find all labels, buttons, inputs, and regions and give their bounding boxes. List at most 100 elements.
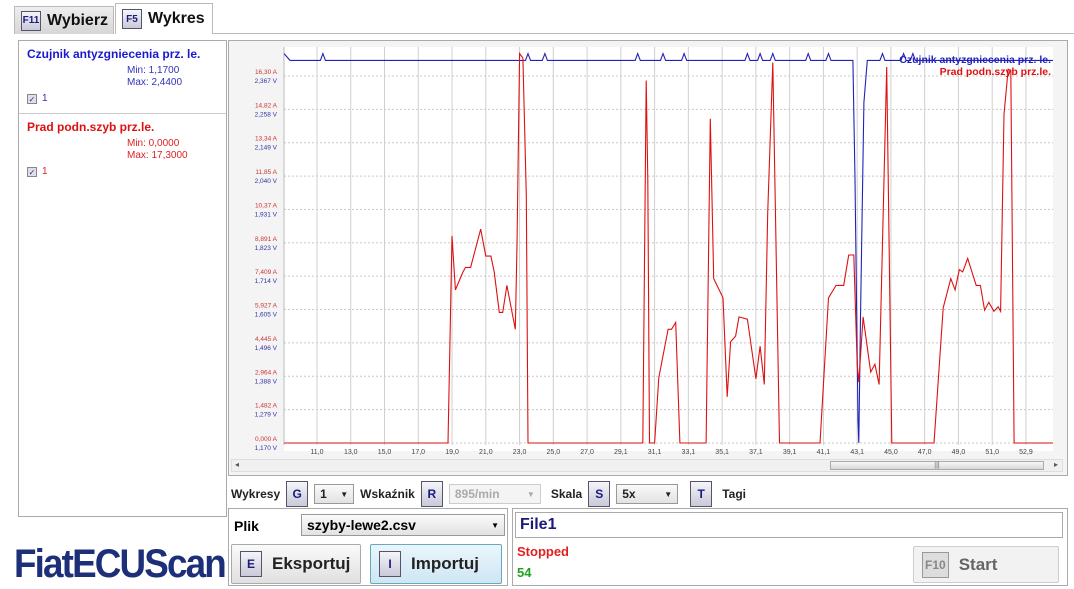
skala-select[interactable]: 5x ▼	[616, 484, 679, 504]
chevron-down-icon: ▼	[491, 520, 499, 530]
y-tick-label-a: 2,964 A	[255, 369, 278, 376]
file-label: Plik	[234, 518, 259, 534]
button-label: Importuj	[411, 554, 479, 573]
r-key-icon: R	[420, 481, 443, 507]
signal-list: Czujnik antyzgniecenia prz. le. Min: 1,1…	[18, 40, 227, 517]
horizontal-scrollbar[interactable]: ◂ ||| ▸	[231, 459, 1063, 472]
legend-entry: Prad podn.szyb prz.le.	[940, 66, 1052, 78]
chevron-down-icon: ▼	[664, 489, 673, 499]
chart-panel: 0,000 A 1,170 V 1,482 A 1,279 V 2,964 A 1,388…	[228, 40, 1068, 476]
select-value: 1	[320, 487, 327, 501]
y-tick-label-v: 1,823 V	[255, 245, 278, 252]
y-tick-label-v: 2,040 V	[255, 178, 278, 185]
f11-key-icon: F11	[21, 10, 41, 31]
tab-label: Wykres	[148, 10, 205, 27]
y-tick-label-v: 1,279 V	[255, 412, 278, 419]
x-tick-label: 15,0	[378, 449, 392, 456]
chevron-down-icon: ▼	[526, 489, 535, 499]
button-label: Start	[958, 554, 998, 574]
x-tick-label: 33,1	[682, 449, 696, 456]
x-tick-label: 47,0	[918, 449, 932, 456]
status-state: Stopped	[517, 544, 569, 559]
file-select[interactable]: szyby-lewe2.csv ▼	[301, 514, 505, 536]
chart[interactable]: 0,000 A 1,170 V 1,482 A 1,279 V 2,964 A 1,388…	[229, 41, 1067, 475]
file-panel: Plik szyby-lewe2.csv ▼ E Eksportuj I Import…	[228, 508, 508, 586]
x-tick-label: 35,1	[715, 449, 729, 456]
x-tick-label: 52,9	[1019, 449, 1033, 456]
select-value: 895/min	[454, 487, 500, 501]
y-tick-label-a: 4,445 A	[255, 336, 278, 343]
signal-name: Czujnik antyzgniecenia prz. le.	[27, 47, 201, 61]
y-tick-label-a: 10,37 A	[255, 202, 278, 209]
tagi-button[interactable]: T	[690, 481, 713, 507]
legend-entry: Czujnik antyzgniecenia prz. le.	[899, 54, 1051, 66]
signal-item[interactable]: Prad podn.szyb prz.le. Min: 0,0000 Max: …	[19, 114, 226, 187]
y-tick-label-v: 1,931 V	[255, 211, 278, 218]
wskaznik-select[interactable]: 895/min ▼	[448, 484, 541, 504]
x-tick-label: 27,0	[580, 449, 594, 456]
y-tick-label-v: 2,258 V	[255, 111, 278, 118]
tab-divider	[213, 33, 1074, 34]
checkbox-label: 1	[42, 93, 48, 104]
status-panel: File1 Stopped 54 F10 Start	[512, 508, 1068, 586]
x-tick-label: 25,0	[547, 449, 561, 456]
signal-name: Prad podn.szyb prz.le.	[27, 120, 155, 134]
signal-checkbox[interactable]: ✓ 1	[27, 93, 218, 104]
import-button[interactable]: I Importuj	[370, 544, 502, 584]
f10-key-icon: F10	[922, 551, 949, 578]
skala-label: Skala	[550, 487, 583, 501]
scrollbar-thumb[interactable]: |||	[830, 461, 1044, 470]
x-tick-label: 41,1	[817, 449, 831, 456]
y-tick-label-a: 1,482 A	[255, 403, 278, 410]
signal-max: Max: 17,3000	[127, 150, 188, 161]
x-tick-label: 29,1	[614, 449, 628, 456]
export-button[interactable]: E Eksportuj	[231, 544, 361, 584]
x-tick-label: 37,1	[749, 449, 763, 456]
x-tick-label: 17,0	[411, 449, 425, 456]
tagi-label: Tagi	[722, 487, 746, 501]
y-tick-label-a: 8,891 A	[255, 236, 278, 243]
checkmark-icon: ✓	[27, 93, 37, 104]
tab-wybierz[interactable]: F11 Wybierz	[14, 6, 114, 34]
x-tick-label: 49,0	[952, 449, 966, 456]
x-tick-label: 39,1	[783, 449, 797, 456]
checkmark-icon: ✓	[27, 166, 37, 177]
y-tick-label-v: 1,605 V	[255, 312, 278, 319]
select-value: 5x	[622, 487, 636, 501]
signal-item[interactable]: Czujnik antyzgniecenia prz. le. Min: 1,1…	[19, 41, 226, 114]
checkbox-label: 1	[42, 166, 48, 177]
y-tick-label-a: 11,85 A	[255, 169, 277, 176]
file-name-field[interactable]: File1	[515, 512, 1063, 538]
x-tick-label: 19,0	[445, 449, 459, 456]
y-tick-label-v: 2,149 V	[255, 145, 278, 152]
signal-max: Max: 2,4400	[127, 77, 183, 88]
x-tick-label: 43,1	[850, 449, 864, 456]
x-tick-label: 45,0	[884, 449, 898, 456]
start-button[interactable]: F10 Start	[913, 546, 1059, 583]
s-key-icon: S	[588, 481, 611, 507]
y-tick-label-v: 1,496 V	[255, 345, 278, 352]
e-key-icon: E	[240, 551, 262, 577]
y-tick-label-v: 1,388 V	[255, 378, 278, 385]
f5-key-icon: F5	[122, 9, 142, 29]
x-tick-label: 23,0	[513, 449, 527, 456]
wskaznik-label: Wskaźnik	[360, 487, 415, 501]
scroll-right-icon[interactable]: ▸	[1054, 460, 1058, 469]
x-tick-label: 13,0	[344, 449, 358, 456]
y-tick-label-a: 0,000 A	[255, 436, 278, 443]
signal-checkbox[interactable]: ✓ 1	[27, 166, 218, 177]
scroll-left-icon[interactable]: ◂	[235, 460, 239, 469]
select-value: szyby-lewe2.csv	[307, 517, 416, 533]
button-label: Eksportuj	[272, 554, 351, 573]
y-tick-label-v: 2,367 V	[255, 78, 278, 85]
toolbar: Wykresy G 1 ▼ Wskaźnik R 895/min ▼ Skala S…	[231, 481, 746, 507]
tab-wykres[interactable]: F5 Wykres	[115, 3, 213, 34]
wykresy-label: Wykresy	[231, 487, 281, 501]
app-logo: FiatECUScan	[14, 542, 227, 586]
y-tick-label-a: 16,30 A	[255, 69, 278, 76]
g-key-icon: G	[286, 481, 309, 507]
x-tick-label: 21,0	[479, 449, 493, 456]
status-count: 54	[517, 565, 532, 580]
wykresy-select[interactable]: 1 ▼	[314, 484, 355, 504]
y-tick-label-a: 14,82 A	[255, 102, 278, 109]
